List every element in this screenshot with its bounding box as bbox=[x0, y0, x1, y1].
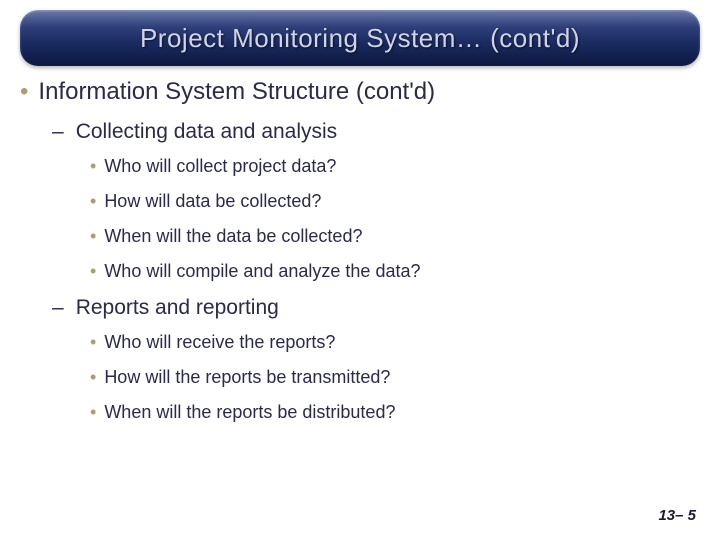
outline-level3: • Who will receive the reports? bbox=[90, 332, 700, 353]
outline-level1: • Information System Structure (cont'd) bbox=[20, 78, 700, 106]
bullet-icon: • bbox=[90, 191, 96, 212]
level1-text: Information System Structure (cont'd) bbox=[38, 78, 435, 106]
bullet-icon: • bbox=[90, 226, 96, 247]
level3-text: How will data be collected? bbox=[104, 191, 321, 212]
level3-text: When will the reports be distributed? bbox=[104, 402, 395, 423]
level2-text: Collecting data and analysis bbox=[76, 120, 338, 144]
dash-icon: – bbox=[52, 296, 64, 320]
page-number: 13– 5 bbox=[658, 507, 696, 524]
bullet-icon: • bbox=[90, 367, 96, 388]
dash-icon: – bbox=[52, 120, 64, 144]
level3-text: How will the reports be transmitted? bbox=[104, 367, 390, 388]
title-bar: Project Monitoring System… (cont'd) bbox=[20, 10, 700, 66]
bullet-icon: • bbox=[90, 332, 96, 353]
bullet-icon: • bbox=[90, 156, 96, 177]
level3-text: Who will collect project data? bbox=[104, 156, 336, 177]
outline-level2: – Reports and reporting bbox=[52, 296, 700, 320]
content-area: • Information System Structure (cont'd) … bbox=[20, 78, 700, 437]
slide: Project Monitoring System… (cont'd) • In… bbox=[0, 0, 720, 540]
outline-level3: • How will data be collected? bbox=[90, 191, 700, 212]
outline-level3: • How will the reports be transmitted? bbox=[90, 367, 700, 388]
bullet-icon: • bbox=[90, 402, 96, 423]
level2-text: Reports and reporting bbox=[76, 296, 279, 320]
bullet-icon: • bbox=[90, 261, 96, 282]
level3-text: Who will receive the reports? bbox=[104, 332, 335, 353]
outline-level3: • Who will collect project data? bbox=[90, 156, 700, 177]
outline-level2: – Collecting data and analysis bbox=[52, 120, 700, 144]
level3-text: When will the data be collected? bbox=[104, 226, 362, 247]
outline-level3: • When will the reports be distributed? bbox=[90, 402, 700, 423]
outline-level3: • Who will compile and analyze the data? bbox=[90, 261, 700, 282]
outline-level3: • When will the data be collected? bbox=[90, 226, 700, 247]
slide-title: Project Monitoring System… (cont'd) bbox=[140, 23, 580, 54]
bullet-icon: • bbox=[20, 78, 28, 106]
level3-text: Who will compile and analyze the data? bbox=[104, 261, 420, 282]
